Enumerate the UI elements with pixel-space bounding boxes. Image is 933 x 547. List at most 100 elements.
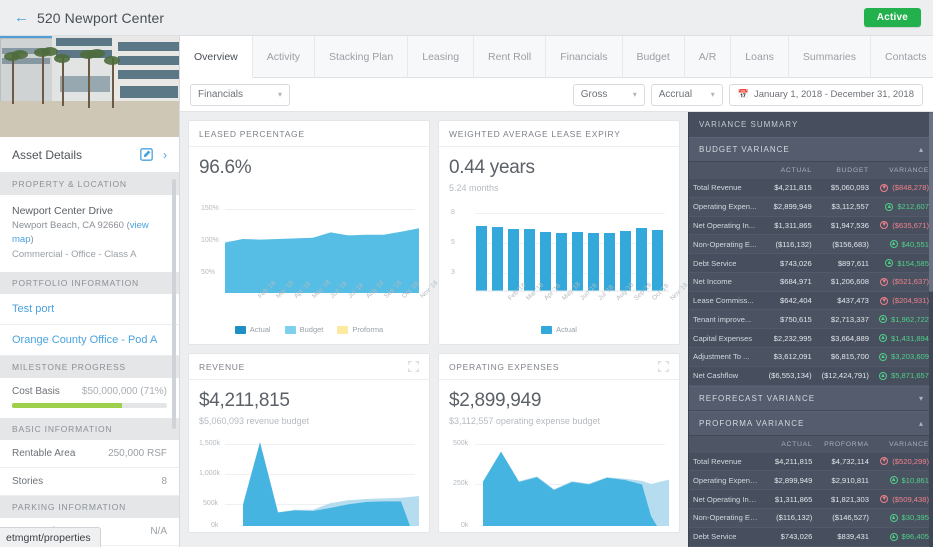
- panel-scrollbar[interactable]: [929, 112, 933, 547]
- table-row[interactable]: Non-Operating Exp. ($116,132) ($146,527) ▲ $…: [689, 508, 933, 528]
- tab-summaries[interactable]: Summaries: [789, 36, 872, 78]
- ytick-150: 150%: [201, 205, 219, 212]
- table-row[interactable]: Total Revenue $4,211,815 $5,060,093 ▼ ($848,…: [689, 179, 933, 198]
- expand-icon[interactable]: [658, 361, 669, 372]
- table-row[interactable]: Debt Service $743,026 $839,431 ▲ $96,405: [689, 527, 933, 547]
- table-row[interactable]: Net Cashflow ($6,553,134) ($12,424,791) ▲ $5…: [689, 366, 933, 386]
- row-label: Non-Operating Exp.: [689, 508, 764, 528]
- table-row[interactable]: Adjustment To ... $3,612,091 $6,815,700 ▲ $3…: [689, 347, 933, 367]
- chevron-right-icon[interactable]: ›: [163, 149, 167, 161]
- row-compare: $1,206,608: [815, 272, 873, 292]
- section-budget-variance[interactable]: BUDGET VARIANCE ▴: [689, 137, 933, 162]
- asset-details-scroll[interactable]: PROPERTY & LOCATION Newport Center Drive…: [0, 173, 179, 547]
- row-actual: ($116,132): [763, 508, 817, 528]
- tab-overview[interactable]: Overview: [180, 36, 253, 78]
- arrow-up-icon: ▲: [878, 371, 887, 380]
- field-rentable-area: Rentable Area 250,000 RSF: [0, 440, 179, 468]
- table-row[interactable]: Total Revenue $4,211,815 $4,732,114 ▼ ($520,…: [689, 452, 933, 472]
- section-label: BUDGET VARIANCE: [699, 145, 790, 154]
- row-variance: ▼ ($848,278): [872, 179, 933, 198]
- field-value: N/A: [150, 525, 167, 537]
- sidebar-scrollbar[interactable]: [172, 179, 176, 429]
- table-row[interactable]: Net Operating In... $1,311,865 $1,947,536 ▼…: [689, 216, 933, 236]
- section-proforma-variance[interactable]: PROFORMA VARIANCE ▴: [689, 410, 933, 436]
- tab-loans[interactable]: Loans: [731, 36, 789, 78]
- date-range-picker[interactable]: 📅 January 1, 2018 - December 31, 2018: [728, 83, 923, 106]
- arrow-up-icon: ▲: [889, 240, 898, 249]
- table-row[interactable]: Debt Service $743,026 $897,611 ▲ $154,585: [689, 253, 933, 273]
- wale-bar-series: [475, 226, 669, 292]
- tab-financials[interactable]: Financials: [546, 36, 623, 78]
- section-reforecast-variance[interactable]: REFORECAST VARIANCE ▾: [689, 385, 933, 411]
- table-row[interactable]: Tenant improve... $750,615 $2,713,337 ▲ $1,9…: [689, 309, 933, 330]
- date-range-value: January 1, 2018 - December 31, 2018: [753, 89, 914, 100]
- view-select[interactable]: Financials ▾: [190, 83, 290, 106]
- table-row[interactable]: Operating Expen... $2,899,949 $3,112,557 ▲ $…: [689, 197, 933, 217]
- asset-details-label: Asset Details: [12, 147, 83, 162]
- table-row[interactable]: Lease Commiss... $642,404 $437,473 ▼ ($204,9…: [689, 291, 933, 311]
- tab-ar[interactable]: A/R: [685, 36, 732, 78]
- tab-rent-roll[interactable]: Rent Roll: [474, 36, 547, 78]
- progress-bar: [12, 402, 167, 408]
- row-compare: $3,112,557: [815, 197, 873, 217]
- row-variance: ▲ $5,871,657: [872, 366, 933, 386]
- status-badge[interactable]: Active: [863, 8, 921, 27]
- ytick-500: 500k: [453, 440, 469, 447]
- row-compare: $2,713,337: [815, 309, 873, 330]
- row-actual: $3,612,091: [762, 347, 816, 367]
- tab-leasing[interactable]: Leasing: [408, 36, 475, 78]
- col-header-budget: BUDGET: [815, 162, 873, 179]
- row-compare: $897,611: [815, 253, 873, 273]
- variance-value: ($204,931): [892, 296, 929, 306]
- expand-icon[interactable]: [408, 361, 419, 372]
- asset-details-header: Asset Details ›: [0, 137, 179, 173]
- wale-sub: 5.24 months: [449, 183, 499, 193]
- portfolio-link-orange-county[interactable]: Orange County Office - Pod A: [0, 325, 179, 356]
- chevron-up-icon: ▴: [918, 145, 923, 154]
- col-header-blank: [689, 162, 763, 179]
- gross-select-value: Gross: [580, 89, 608, 100]
- filter-bar: Financials ▾ Gross ▾ Accrual ▾ 📅 January…: [180, 78, 933, 112]
- row-variance: ▲ $40,551: [872, 234, 933, 255]
- variance-value: $96,405: [901, 532, 929, 542]
- arrow-down-icon: ▼: [880, 495, 889, 504]
- budget-variance-rows: Total Revenue $4,211,815 $5,060,093 ▼ ($848,…: [689, 179, 933, 386]
- row-variance: ▼ ($635,671): [872, 216, 933, 236]
- row-actual: ($116,132): [762, 234, 816, 255]
- ytick-3: 3: [451, 269, 455, 276]
- row-actual: $743,026: [763, 527, 817, 547]
- col-header-actual: ACTUAL: [762, 162, 816, 179]
- edit-icon[interactable]: [140, 148, 153, 161]
- card-title: REVENUE: [199, 361, 245, 372]
- row-label: Capital Expenses: [689, 328, 763, 349]
- table-row[interactable]: Net Income $684,971 $1,206,608 ▼ ($521,637): [689, 272, 933, 292]
- panel-edge-scrollbar[interactable]: [688, 232, 689, 296]
- tab-contacts[interactable]: Contacts: [871, 36, 933, 78]
- address-type: Commercial - Office - Class A: [12, 248, 137, 260]
- row-compare: $6,815,700: [815, 347, 873, 367]
- field-value: 250,000 RSF: [108, 447, 167, 459]
- row-variance: ▼ ($521,637): [872, 272, 933, 292]
- field-value: 8: [161, 475, 167, 487]
- row-variance: ▼ ($520,299): [872, 452, 933, 472]
- revenue-area-series: [243, 442, 419, 526]
- table-row[interactable]: Non-Operating E... ($116,132) ($156,683) ▲ $…: [689, 234, 933, 255]
- row-compare: ($12,424,791): [815, 366, 873, 386]
- gross-select[interactable]: Gross ▾: [572, 83, 645, 106]
- tab-budget[interactable]: Budget: [623, 36, 685, 78]
- legend-swatch: [284, 325, 296, 334]
- tab-activity[interactable]: Activity: [253, 36, 316, 78]
- portfolio-link-test-port[interactable]: Test port: [0, 294, 179, 325]
- arrow-left-icon[interactable]: ←: [14, 10, 29, 25]
- tab-stacking-plan[interactable]: Stacking Plan: [315, 36, 409, 78]
- table-row[interactable]: Capital Expenses $2,232,995 $3,664,889 ▲ $1,…: [689, 328, 933, 349]
- row-label: Total Revenue: [689, 452, 764, 472]
- ytick-0: 0k: [461, 522, 469, 529]
- legend-item-budget: Budget: [284, 325, 323, 334]
- col-header-actual: ACTUAL: [763, 435, 817, 453]
- accrual-select[interactable]: Accrual ▾: [650, 83, 723, 106]
- table-row[interactable]: Operating Expenses $2,899,949 $2,910,811 ▲ $…: [689, 470, 933, 491]
- variance-value: $40,551: [901, 239, 929, 249]
- table-row[interactable]: Net Operating Income $1,311,865 $1,821,303…: [689, 489, 933, 509]
- variance-value: $30,395: [901, 513, 929, 523]
